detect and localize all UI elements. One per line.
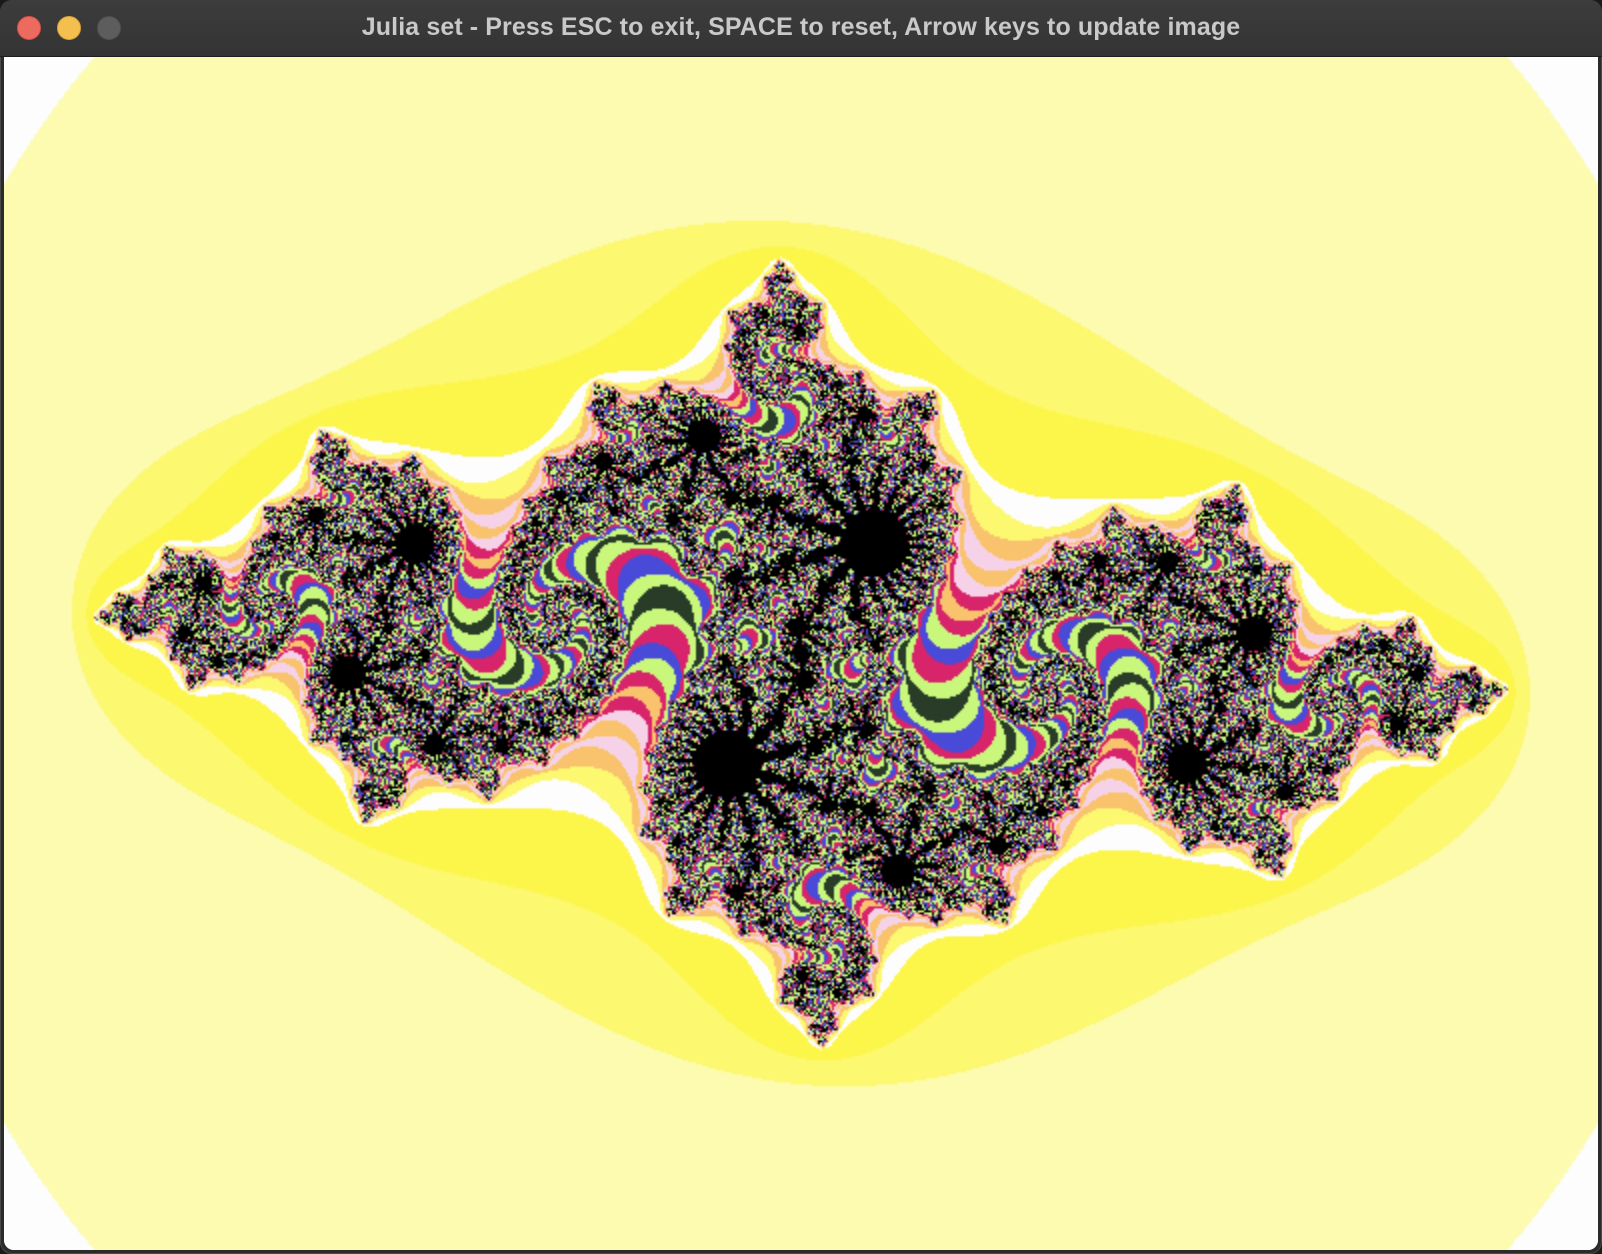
window-title: Julia set - Press ESC to exit, SPACE to … [361,13,1241,41]
julia-set-view[interactable] [4,57,1598,1250]
app-window: Julia set - Press ESC to exit, SPACE to … [0,0,1602,1254]
title-bar[interactable]: Julia set - Press ESC to exit, SPACE to … [0,0,1602,57]
julia-set-image [4,57,1598,1250]
